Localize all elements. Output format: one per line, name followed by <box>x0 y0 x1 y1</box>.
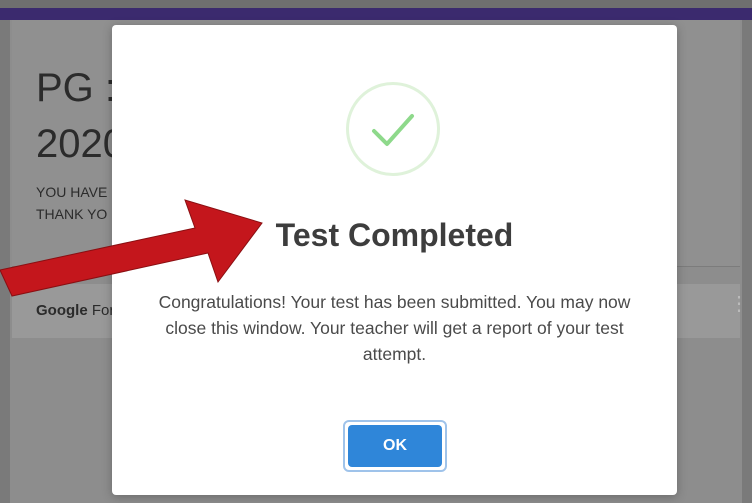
checkmark-glyph <box>372 114 414 146</box>
right-page-margin <box>742 20 752 503</box>
google-logo-text: Google <box>36 302 88 319</box>
dialog-message: Congratulations! Your test has been subm… <box>158 292 631 364</box>
more-options-icon[interactable]: ⋮ <box>729 294 749 314</box>
red-arrow-annotation <box>0 199 263 297</box>
checkmark-icon <box>346 82 440 176</box>
ok-button-label: OK <box>348 425 442 467</box>
form-header-bar <box>0 8 752 20</box>
top-browser-strip <box>0 0 752 8</box>
ok-button[interactable]: OK <box>343 420 447 472</box>
